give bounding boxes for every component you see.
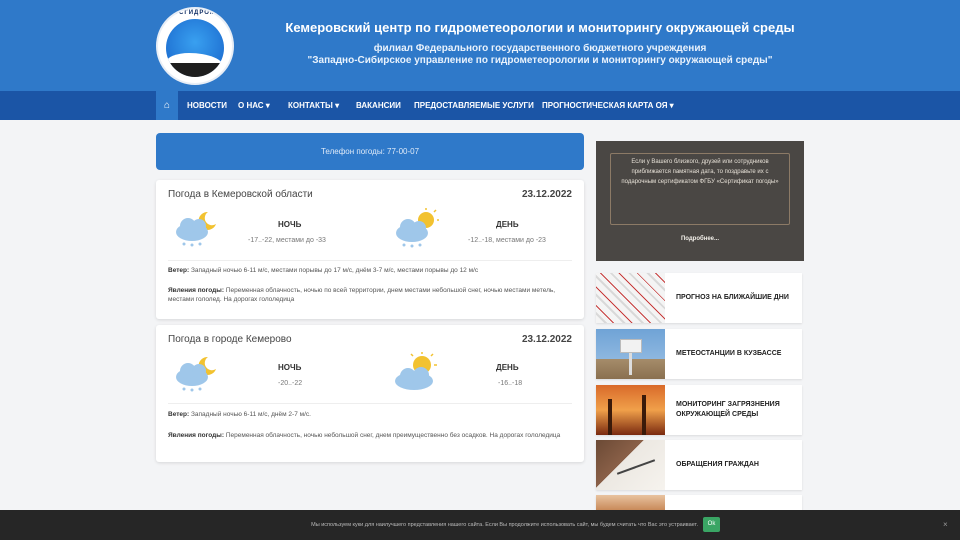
weather-phone-banner[interactable]: Телефон погоды: 77-00-07 xyxy=(156,133,584,170)
weather-card-region: Погода в Кемеровской области 23.12.2022 … xyxy=(156,180,584,319)
sidebar-item-label: МОНИТОРИНГ ЗАГРЯЗНЕНИЯ ОКРУЖАЮЩЕЙ СРЕДЫ xyxy=(676,401,780,418)
site-subtitle-line1: филиал Федерального государственного бюд… xyxy=(373,43,707,54)
nav-about[interactable]: О НАС ▾ xyxy=(238,91,270,120)
night-cloud-moon-snow-icon xyxy=(172,208,220,248)
logo-emblem xyxy=(166,19,224,77)
site-header: РОСГИДРОМЕТ Кемеровский центр по гидроме… xyxy=(0,0,960,91)
nav-contacts[interactable]: КОНТАКТЫ ▾ xyxy=(288,91,339,120)
card-date: 23.12.2022 xyxy=(521,189,572,200)
cookie-text: Мы используем куки для наилучшего предст… xyxy=(311,522,698,528)
sidebar-item-label: ОБРАЩЕНИЯ ГРАЖДАН xyxy=(676,461,759,468)
sidebar-item-forecast[interactable]: ПРОГНОЗ НА БЛИЖАЙШИЕ ДНИ xyxy=(596,273,802,323)
day-cloud-sun-icon xyxy=(392,351,440,391)
nav-vacancies[interactable]: ВАКАНСИИ xyxy=(356,91,401,120)
night-temp: -20..-22 xyxy=(278,380,303,387)
nav-services[interactable]: ПРЕДОСТАВЛЯЕМЫЕ УСЛУГИ xyxy=(414,91,534,120)
weather-card-city: Погода в городе Кемерово 23.12.2022 НОЧЬ… xyxy=(156,325,584,462)
sidebar-item-label: МЕТЕОСТАНЦИИ В КУЗБАССЕ xyxy=(676,350,782,357)
sidebar-item-stations[interactable]: МЕТЕОСТАНЦИИ В КУЗБАССЕ xyxy=(596,329,802,379)
sidebar-item-pollution[interactable]: МОНИТОРИНГ ЗАГРЯЗНЕНИЯ ОКРУЖАЮЩЕЙ СРЕДЫ xyxy=(596,385,802,435)
events-text: Переменная облачность, ночью по всей тер… xyxy=(168,287,556,303)
card-title: Погода в Кемеровской области xyxy=(168,189,313,200)
promo-more-link[interactable]: Подробнее... xyxy=(596,236,804,242)
wind-info: Ветер: Западный ночью 6-11 м/с, днём 2-7… xyxy=(168,410,572,419)
sidebar-item-label: ПРОГНОЗ НА БЛИЖАЙШИЕ ДНИ xyxy=(676,294,789,301)
night-temp: -17..-22, местами до -33 xyxy=(248,237,326,244)
day-cloud-sun-snow-icon xyxy=(392,208,440,248)
sidebar-item-appeals[interactable]: ОБРАЩЕНИЯ ГРАЖДАН xyxy=(596,440,802,490)
wind-text: Западный ночью 6-11 м/с, местами порывы … xyxy=(190,267,479,274)
card-title: Погода в городе Кемерово xyxy=(168,334,292,345)
close-icon[interactable]: × xyxy=(943,510,948,540)
wind-info: Ветер: Западный ночью 6-11 м/с, местами … xyxy=(168,266,572,275)
cookie-ok-button[interactable]: Ok xyxy=(703,517,720,532)
night-label: НОЧЬ xyxy=(278,363,302,372)
wind-label: Ветер: xyxy=(168,411,190,418)
nav-news[interactable]: НОВОСТИ xyxy=(187,91,227,120)
logo-text: РОСГИДРОМЕТ xyxy=(168,10,226,16)
weather-events-info: Явления погоды: Переменная облачность, н… xyxy=(168,286,572,304)
day-label: ДЕНЬ xyxy=(496,220,519,229)
day-label: ДЕНЬ xyxy=(496,363,519,372)
paper-pen-thumbnail xyxy=(596,440,665,490)
partial-thumbnail xyxy=(596,495,665,510)
calendar-thumbnail xyxy=(596,273,665,323)
sidebar-item-partial[interactable] xyxy=(596,495,802,510)
wind-label: Ветер: xyxy=(168,267,190,274)
night-cloud-moon-snow-icon xyxy=(172,353,220,393)
main-nav: ⌂ НОВОСТИ О НАС ▾ КОНТАКТЫ ▾ ВАКАНСИИ ПР… xyxy=(0,91,960,120)
events-label: Явления погоды: xyxy=(168,432,225,439)
night-label: НОЧЬ xyxy=(278,220,302,229)
gift-certificate-banner[interactable]: Если у Вашего близкого, друзей или сотру… xyxy=(596,141,804,261)
wind-text: Западный ночью 6-11 м/с, днём 2-7 м/с. xyxy=(190,411,311,418)
rosgidromet-logo[interactable]: РОСГИДРОМЕТ xyxy=(156,7,234,85)
day-temp: -12..-18, местами до -23 xyxy=(468,237,546,244)
day-temp: -16..-18 xyxy=(498,380,523,387)
card-date: 23.12.2022 xyxy=(521,334,572,345)
home-icon[interactable]: ⌂ xyxy=(156,91,178,120)
site-subtitle-line2: "Западно-Сибирское управление по гидроме… xyxy=(307,55,773,66)
site-title: Кемеровский центр по гидрометеорологии и… xyxy=(285,20,795,35)
events-text: Переменная облачность, ночью небольшой с… xyxy=(225,432,561,439)
nav-forecast-map[interactable]: ПРОГНОСТИЧЕСКАЯ КАРТА ОЯ ▾ xyxy=(542,91,674,120)
weather-events-info: Явления погоды: Переменная облачность, н… xyxy=(168,431,572,440)
promo-text: Если у Вашего близкого, друзей или сотру… xyxy=(621,159,779,185)
cookie-consent-bar: Мы используем куки для наилучшего предст… xyxy=(0,510,960,540)
industrial-sunset-thumbnail xyxy=(596,385,665,435)
weather-station-thumbnail xyxy=(596,329,665,379)
events-label: Явления погоды: xyxy=(168,287,225,294)
